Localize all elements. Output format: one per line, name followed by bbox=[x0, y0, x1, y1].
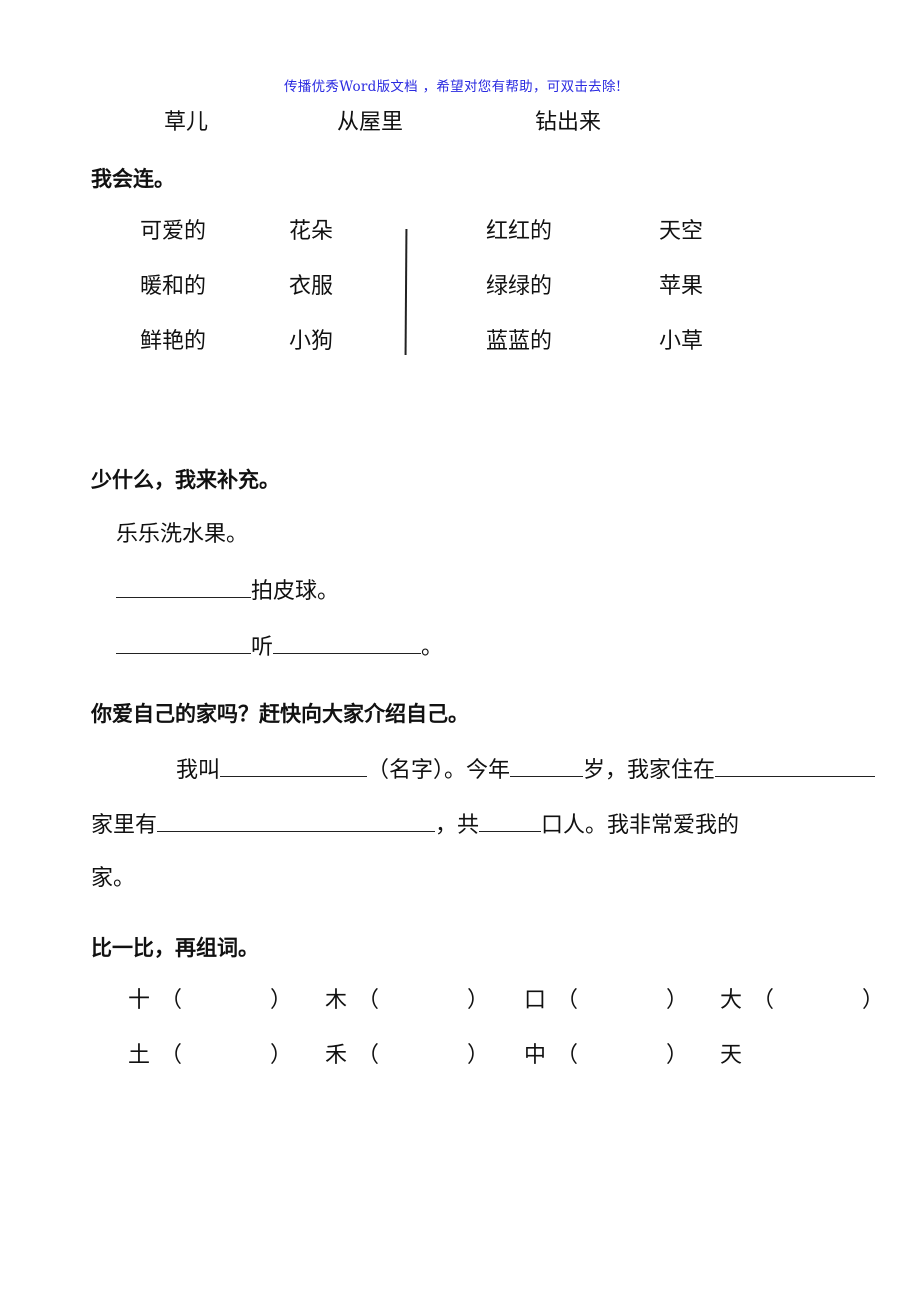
match-left-noun: 衣服 bbox=[289, 274, 334, 299]
close-paren: ） bbox=[862, 988, 885, 1013]
match-right-noun: 苹果 bbox=[659, 274, 704, 299]
home-line-3: 家。 bbox=[91, 866, 136, 891]
compare-char: 土 bbox=[128, 1043, 151, 1068]
home-text: 我叫 bbox=[176, 758, 221, 783]
open-paren: （ bbox=[357, 1043, 380, 1068]
name-blank[interactable] bbox=[220, 756, 368, 777]
top-word-1: 草儿 bbox=[164, 110, 209, 135]
fill-line3-end: 。 bbox=[421, 635, 444, 660]
section-heading-fill: 少什么，我来补充。 bbox=[91, 468, 280, 492]
compare-char: 禾 bbox=[325, 1043, 348, 1068]
compare-char: 口 bbox=[524, 988, 547, 1013]
section-heading-match: 我会连。 bbox=[91, 167, 175, 191]
match-right-adjective: 蓝蓝的 bbox=[486, 329, 553, 354]
compare-char: 大 bbox=[720, 988, 743, 1013]
fill-line-3: 听。 bbox=[116, 633, 443, 661]
close-paren: ） bbox=[467, 988, 490, 1013]
section-heading-home: 你爱自己的家吗？赶快向大家介绍自己。 bbox=[91, 702, 469, 726]
top-word-2: 从屋里 bbox=[337, 110, 404, 135]
home-text: 岁，我家住在 bbox=[583, 758, 716, 783]
family-blank[interactable] bbox=[157, 811, 436, 832]
compare-char: 天 bbox=[720, 1043, 743, 1068]
home-text: 家里有 bbox=[91, 813, 158, 838]
blank-field[interactable] bbox=[116, 577, 251, 598]
age-blank[interactable] bbox=[510, 756, 584, 777]
compare-char: 十 bbox=[128, 988, 151, 1013]
match-left-adjective: 可爱的 bbox=[140, 219, 207, 244]
match-left-noun: 小狗 bbox=[289, 329, 334, 354]
open-paren: （ bbox=[357, 988, 380, 1013]
compare-char: 木 bbox=[325, 988, 348, 1013]
home-line-2: 家里有 ，共 口人。我非常爱我的 bbox=[91, 811, 739, 839]
match-left-adjective: 鲜艳的 bbox=[140, 329, 207, 354]
open-paren: （ bbox=[752, 988, 775, 1013]
match-left-adjective: 暖和的 bbox=[140, 274, 207, 299]
match-left-noun: 花朵 bbox=[289, 219, 334, 244]
match-right-noun: 小草 bbox=[659, 329, 704, 354]
open-paren: （ bbox=[160, 988, 183, 1013]
match-right-adjective: 绿绿的 bbox=[486, 274, 553, 299]
top-word-3: 钻出来 bbox=[535, 110, 602, 135]
match-right-adjective: 红红的 bbox=[486, 219, 553, 244]
home-text: 口人。我非常爱我的 bbox=[541, 813, 740, 838]
compare-char: 中 bbox=[524, 1043, 547, 1068]
address-blank[interactable] bbox=[715, 756, 876, 777]
close-paren: ） bbox=[467, 1043, 490, 1068]
blank-field[interactable] bbox=[116, 633, 251, 654]
match-right-noun: 天空 bbox=[659, 219, 704, 244]
open-paren: （ bbox=[160, 1043, 183, 1068]
close-paren: ） bbox=[270, 988, 293, 1013]
section-heading-compare: 比一比，再组词。 bbox=[91, 936, 259, 960]
home-text: （名字）。今年 bbox=[367, 758, 511, 783]
home-line-1: 我叫 （名字）。今年 岁，我家住在 bbox=[176, 756, 876, 784]
divider-line bbox=[404, 228, 407, 356]
fill-example: 乐乐洗水果。 bbox=[116, 522, 249, 547]
fill-line2-text: 拍皮球。 bbox=[251, 579, 340, 604]
close-paren: ） bbox=[666, 1043, 689, 1068]
open-paren: （ bbox=[556, 1043, 579, 1068]
blank-field[interactable] bbox=[273, 633, 422, 654]
home-text: ，共 bbox=[435, 813, 480, 838]
fill-line3-middle: 听 bbox=[251, 635, 274, 660]
open-paren: （ bbox=[556, 988, 579, 1013]
watermark-text: 传播优秀Word版文档 ，希望对您有帮助，可双击去除! bbox=[284, 79, 622, 95]
close-paren: ） bbox=[270, 1043, 293, 1068]
fill-line-2: 拍皮球。 bbox=[116, 577, 339, 605]
count-blank[interactable] bbox=[479, 811, 542, 832]
close-paren: ） bbox=[666, 988, 689, 1013]
